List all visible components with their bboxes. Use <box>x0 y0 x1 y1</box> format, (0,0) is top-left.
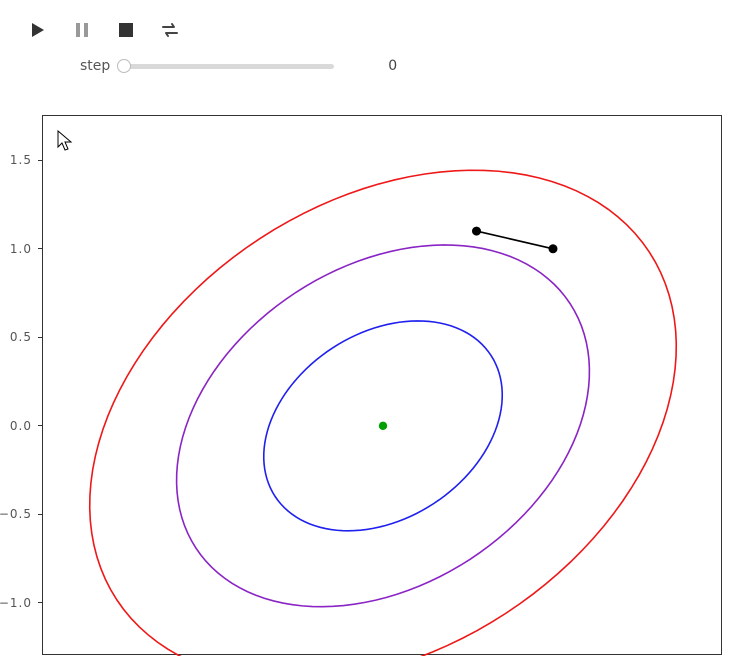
plot-svg <box>43 116 723 656</box>
pause-icon <box>74 22 90 38</box>
y-tick-mark <box>38 602 43 603</box>
y-tick: 0.5 <box>10 330 43 344</box>
stop-button[interactable] <box>116 20 136 40</box>
y-tick-label: −1.0 <box>0 596 32 610</box>
play-button[interactable] <box>28 20 48 40</box>
animation-toolbar <box>0 0 750 50</box>
step-value: 0 <box>348 58 397 74</box>
step-slider[interactable] <box>124 59 334 73</box>
pause-button[interactable] <box>72 20 92 40</box>
y-tick-mark <box>38 514 43 515</box>
contour-ellipse <box>90 170 677 656</box>
plot-area: 1.5 1.0 0.5 0.0 −0.5 −1.0 <box>0 115 750 655</box>
y-tick-mark <box>38 160 43 161</box>
trajectory-point <box>472 227 481 236</box>
stop-icon <box>119 23 133 37</box>
y-tick: −1.0 <box>0 596 43 610</box>
y-tick-label: −0.5 <box>0 507 32 521</box>
trajectory-point <box>549 244 558 253</box>
cursor-icon <box>57 130 75 156</box>
play-icon <box>30 22 46 38</box>
y-tick-mark <box>38 425 43 426</box>
y-tick: −0.5 <box>0 507 43 521</box>
y-tick-label: 0.0 <box>10 419 32 433</box>
y-tick-label: 0.5 <box>10 330 32 344</box>
y-tick: 1.5 <box>10 153 43 167</box>
loop-icon <box>160 22 180 38</box>
step-slider-row: step 0 <box>0 50 750 90</box>
y-tick-mark <box>38 337 43 338</box>
y-tick-mark <box>38 248 43 249</box>
y-tick-label: 1.0 <box>10 242 32 256</box>
y-tick-label: 1.5 <box>10 153 32 167</box>
loop-button[interactable] <box>160 20 180 40</box>
y-tick: 1.0 <box>10 242 43 256</box>
slider-thumb[interactable] <box>117 59 131 73</box>
axes-frame: 1.51.00.50.0−0.5−1.0 <box>42 115 722 655</box>
step-label: step <box>80 58 110 74</box>
slider-track-bar <box>124 64 334 69</box>
center-point <box>379 422 387 430</box>
trajectory-line <box>477 231 554 249</box>
y-tick: 0.0 <box>10 419 43 433</box>
